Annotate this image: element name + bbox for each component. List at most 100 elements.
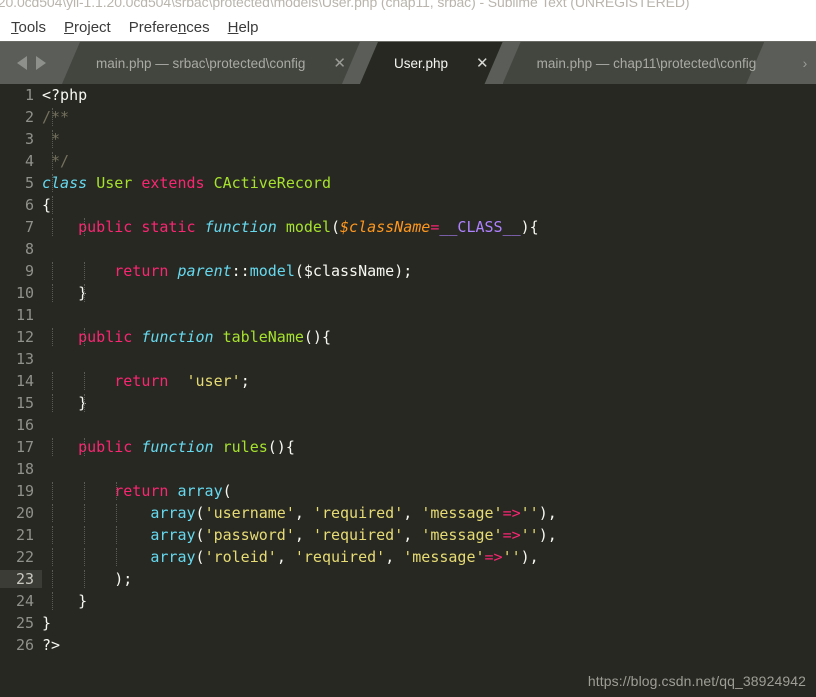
indent-guide [52, 394, 53, 412]
menu-item-project[interactable]: Project [55, 19, 120, 36]
tab-close-icon[interactable]: ✕ [333, 56, 346, 71]
code-text[interactable]: class User extends CActiveRecord [42, 174, 816, 192]
code-text[interactable]: <?php [42, 86, 816, 104]
tab-list: main.php — srbac\protected\config ✕ User.p… [62, 42, 794, 84]
code-token: model [285, 218, 331, 236]
code-line[interactable]: 21 array('password', 'required', 'messag… [0, 524, 816, 546]
code-token: rules [222, 438, 268, 456]
tab-inactive-0[interactable]: main.php — srbac\protected\config ✕ [62, 42, 360, 84]
code-line[interactable]: 18 [0, 458, 816, 480]
code-line[interactable]: 14 return 'user'; [0, 370, 816, 392]
indent-guide [84, 482, 85, 500]
code-token: <?php [42, 86, 88, 104]
code-token: class [42, 174, 97, 192]
code-token: (){ [267, 438, 295, 456]
code-text[interactable]: return array( [42, 482, 816, 500]
code-line[interactable]: 20 array('username', 'required', 'messag… [0, 502, 816, 524]
code-line[interactable]: 12 public function tableName(){ [0, 326, 816, 348]
code-text[interactable]: public static function model($className=… [42, 218, 816, 236]
line-number: 16 [15, 416, 34, 434]
menu-item-help[interactable]: Help [219, 19, 268, 36]
tab-nav-controls [0, 42, 62, 84]
code-text[interactable]: { [42, 196, 816, 214]
indent-guide [52, 548, 53, 566]
line-number: 19 [15, 482, 34, 500]
code-line[interactable]: 15 } [0, 392, 816, 414]
code-line[interactable]: 6{ [0, 194, 816, 216]
code-text[interactable]: array('password', 'required', 'message'=… [42, 526, 816, 544]
code-token: 'password' [204, 526, 295, 544]
code-token: } [42, 284, 88, 302]
code-token: $className [340, 218, 431, 236]
code-line[interactable]: 4 */ [0, 150, 816, 172]
code-token: ; [240, 372, 250, 390]
code-token: '' [502, 548, 521, 566]
code-line[interactable]: 2 /** [0, 106, 816, 128]
code-token: , [403, 504, 422, 522]
code-text[interactable]: ?> [42, 636, 816, 654]
code-token: ( [195, 504, 205, 522]
window-titlebar: .20.0cd504\yii-1.1.20.0cd504\srbac\prote… [0, 0, 816, 14]
code-token: /** [42, 108, 70, 126]
menu-item-tools[interactable]: Tools [2, 19, 55, 36]
code-line[interactable]: 24 } [0, 590, 816, 612]
code-text[interactable]: ); [42, 570, 816, 588]
tab-inactive-2[interactable]: main.php — chap11\protected\config [503, 42, 765, 84]
code-text[interactable]: return 'user'; [42, 372, 816, 390]
code-text[interactable]: return parent::model($className); [42, 262, 816, 280]
code-line[interactable]: 26 ?> [0, 634, 816, 656]
code-line[interactable]: 25} [0, 612, 816, 634]
code-line[interactable]: 9 return parent::model($className); [0, 260, 816, 282]
code-line[interactable]: 19 return array( [0, 480, 816, 502]
code-token: tableName [222, 328, 304, 346]
arrow-right-icon[interactable] [35, 56, 46, 70]
code-line[interactable]: 1 <?php [0, 84, 816, 106]
code-text[interactable]: public function tableName(){ [42, 328, 816, 346]
indent-guide [52, 504, 53, 522]
code-line[interactable]: 8 [0, 238, 816, 260]
code-line[interactable]: 16 [0, 414, 816, 436]
code-token: 'required' [294, 548, 386, 566]
code-token: array [150, 504, 196, 522]
code-text[interactable]: */ [42, 152, 816, 170]
indent-guide [116, 482, 117, 500]
tab-label: User.php [393, 55, 448, 71]
tab-close-icon[interactable]: ✕ [476, 56, 489, 71]
code-line[interactable]: 5 class User extends CActiveRecord [0, 172, 816, 194]
code-text[interactable]: array('username', 'required', 'message'=… [42, 504, 816, 522]
code-text[interactable]: } [42, 284, 816, 302]
code-line[interactable]: 10 } [0, 282, 816, 304]
code-text[interactable]: } [42, 592, 816, 610]
line-number: 12 [15, 328, 34, 346]
code-text[interactable]: array('roleid', 'required', 'message'=>'… [42, 548, 816, 566]
code-editor[interactable]: 1 <?php 2/** 3 * 4 */5 class User extends CAc… [0, 84, 816, 697]
indent-guide [52, 526, 53, 544]
code-text[interactable]: * [42, 130, 816, 148]
tab-label: main.php — chap11\protected\config [536, 55, 757, 71]
indent-guide [116, 548, 117, 566]
code-line[interactable]: 7 public static function model($classNam… [0, 216, 816, 238]
code-token: function [141, 328, 214, 346]
code-line[interactable]: 11 [0, 304, 816, 326]
tab-active-1[interactable]: User.php ✕ [360, 42, 503, 84]
code-line[interactable]: 22 array('roleid', 'required', 'message'… [0, 546, 816, 568]
code-line[interactable]: 13 [0, 348, 816, 370]
indent-guide [84, 570, 85, 588]
code-line[interactable]: 3 * [0, 128, 816, 150]
code-token: CActiveRecord [213, 174, 331, 192]
code-text[interactable]: } [42, 394, 816, 412]
line-number: 1 [24, 86, 34, 104]
code-token: public [78, 218, 133, 236]
chevron-right-icon[interactable]: › [794, 42, 816, 84]
code-text[interactable]: public function rules(){ [42, 438, 816, 456]
indent-guide [84, 394, 85, 412]
code-line[interactable]: 17 public function rules(){ [0, 436, 816, 458]
code-text[interactable]: /** [42, 108, 816, 126]
menu-item-preferences[interactable]: Preferences [120, 19, 219, 36]
arrow-left-icon[interactable] [16, 56, 27, 70]
code-body[interactable]: 1 <?php 2/** 3 * 4 */5 class User extends CAc… [0, 84, 816, 656]
code-token: ); [394, 262, 413, 280]
code-text[interactable]: } [42, 614, 816, 632]
code-line[interactable]: 23 ); [0, 568, 816, 590]
